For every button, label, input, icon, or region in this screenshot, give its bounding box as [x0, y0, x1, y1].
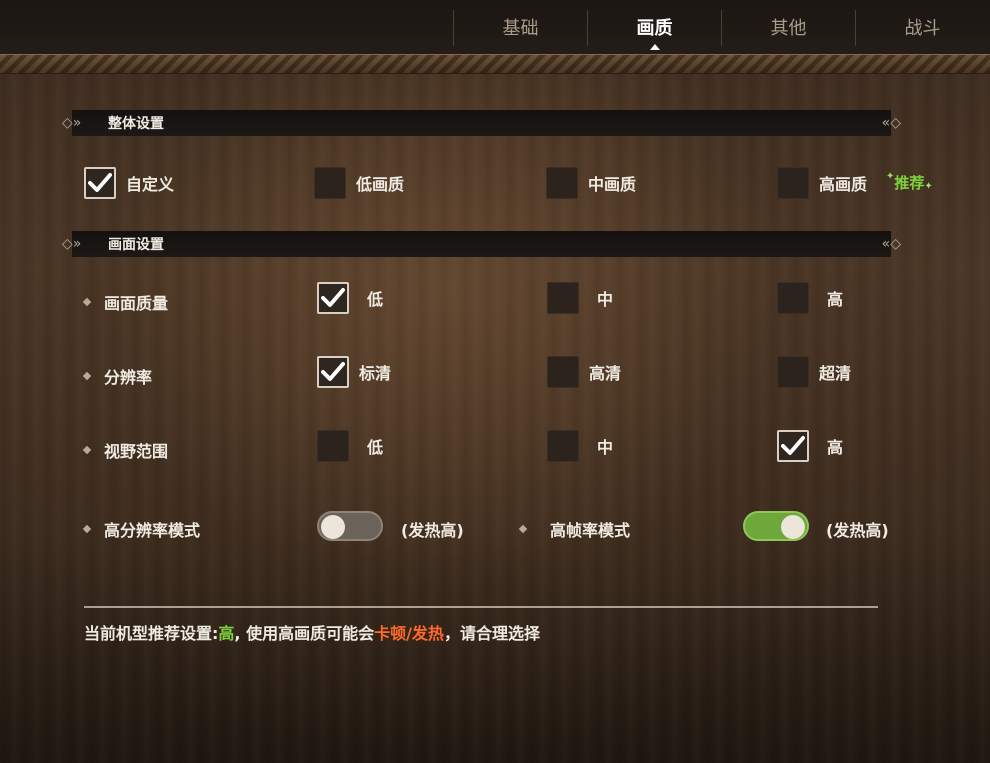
checkbox[interactable]: [317, 430, 349, 462]
setting-label-resolution: 分辨率: [82, 364, 153, 388]
tab-label: 其他: [770, 18, 807, 39]
setting-label: 视野范围: [104, 442, 169, 461]
top-tab-bar: 基础 画质 其他 战斗: [0, 0, 990, 54]
double-chevron-icon: «◇: [881, 115, 901, 131]
preset-low-option[interactable]: 低画质: [314, 167, 404, 199]
section-header-overall: ◇» «◇ 整体设置: [60, 110, 903, 136]
option-label: 高清: [589, 364, 622, 383]
message-suffix: ，请合理选择: [443, 624, 540, 643]
checkbox[interactable]: [547, 356, 579, 388]
high-fps-mode-toggle[interactable]: [743, 511, 809, 541]
checkbox[interactable]: [777, 430, 809, 462]
quality-high-option[interactable]: 高: [777, 282, 843, 314]
recommend-label: 推荐: [894, 174, 925, 192]
message-warning: 卡顿/发热: [374, 624, 444, 643]
preset-medium-option[interactable]: 中画质: [546, 167, 636, 199]
sparkle-icon: ✦: [886, 171, 895, 182]
setting-label-high-fps-mode: 高帧率模式: [518, 517, 631, 541]
section-bar: [72, 110, 891, 136]
setting-label: 高帧率模式: [550, 521, 631, 540]
checkmark-icon: [321, 288, 345, 307]
preset-custom-option[interactable]: 自定义: [84, 167, 174, 199]
quality-low-option[interactable]: 低: [317, 282, 383, 314]
diamond-icon: [518, 524, 528, 534]
setting-label-view-range: 视野范围: [82, 438, 169, 462]
resolution-hd-option[interactable]: 高清: [547, 356, 621, 388]
sparkle-icon: ✦: [924, 181, 933, 192]
option-label: 超清: [819, 364, 852, 383]
option-label: 标清: [359, 364, 392, 383]
checkmark-icon: [88, 173, 112, 192]
heat-warning-note: (发热高): [826, 521, 889, 540]
diamond-icon: [82, 371, 92, 381]
recommend-badge: ✦ 推荐 ✦: [886, 172, 933, 193]
diamond-icon: [82, 297, 92, 307]
double-chevron-icon: «◇: [881, 236, 901, 252]
checkbox[interactable]: [317, 282, 349, 314]
checkmark-icon: [781, 436, 805, 455]
checkbox[interactable]: [84, 167, 116, 199]
option-label: 高画质: [819, 175, 868, 194]
option-label: 中: [597, 438, 614, 457]
view-range-low-option[interactable]: 低: [317, 430, 383, 462]
checkbox[interactable]: [314, 167, 346, 199]
checkbox[interactable]: [547, 430, 579, 462]
checkbox[interactable]: [777, 167, 809, 199]
decorative-trim-border: [0, 54, 990, 74]
option-label: 中画质: [588, 175, 637, 194]
tab-graphics[interactable]: 画质: [588, 0, 721, 54]
view-range-medium-option[interactable]: 中: [547, 430, 613, 462]
section-title: 画面设置: [108, 237, 164, 253]
high-res-mode-toggle[interactable]: [317, 511, 383, 541]
setting-label: 画面质量: [104, 294, 169, 313]
setting-label: 高分辨率模式: [104, 521, 201, 540]
resolution-sd-option[interactable]: 标清: [317, 356, 391, 388]
recommended-level: 高: [218, 624, 235, 643]
setting-label-quality: 画面质量: [82, 290, 169, 314]
option-label: 低画质: [356, 175, 405, 194]
message-middle: , 使用高画质可能会: [234, 624, 375, 643]
checkbox[interactable]: [777, 356, 809, 388]
view-range-high-option[interactable]: 高: [777, 430, 843, 462]
option-label: 高: [827, 438, 844, 457]
checkbox[interactable]: [777, 282, 809, 314]
quality-medium-option[interactable]: 中: [547, 282, 613, 314]
tab-other[interactable]: 其他: [722, 0, 855, 54]
preset-high-option[interactable]: 高画质: [777, 167, 867, 199]
tab-combat[interactable]: 战斗: [856, 0, 989, 54]
section-title: 整体设置: [108, 116, 164, 132]
option-label: 自定义: [126, 175, 175, 194]
setting-label: 分辨率: [104, 368, 153, 387]
message-prefix: 当前机型推荐设置:: [84, 624, 219, 643]
setting-label-high-res-mode: 高分辨率模式: [82, 517, 201, 541]
diamond-icon: [82, 524, 92, 534]
section-header-screen: ◇» «◇ 画面设置: [60, 231, 903, 257]
tab-label: 基础: [502, 18, 539, 39]
checkbox[interactable]: [547, 282, 579, 314]
checkbox[interactable]: [317, 356, 349, 388]
recommendation-message: 当前机型推荐设置:高, 使用高画质可能会卡顿/发热，请合理选择: [84, 620, 540, 644]
toggle-knob: [321, 515, 345, 539]
section-bar: [72, 231, 891, 257]
toggle-knob: [781, 515, 805, 539]
tab-label: 画质: [636, 18, 673, 39]
checkbox[interactable]: [546, 167, 578, 199]
checkmark-icon: [321, 362, 345, 381]
option-label: 中: [597, 290, 614, 309]
double-chevron-icon: ◇»: [62, 236, 82, 252]
double-chevron-icon: ◇»: [62, 115, 82, 131]
resolution-uhd-option[interactable]: 超清: [777, 356, 851, 388]
option-label: 低: [367, 290, 384, 309]
heat-warning-note: (发热高): [401, 521, 464, 540]
option-label: 低: [367, 438, 384, 457]
tab-basic[interactable]: 基础: [454, 0, 587, 54]
active-tab-indicator-icon: [649, 44, 660, 50]
diamond-icon: [82, 445, 92, 455]
tab-label: 战斗: [904, 18, 941, 39]
option-label: 高: [827, 290, 844, 309]
footer-divider: [84, 606, 878, 608]
